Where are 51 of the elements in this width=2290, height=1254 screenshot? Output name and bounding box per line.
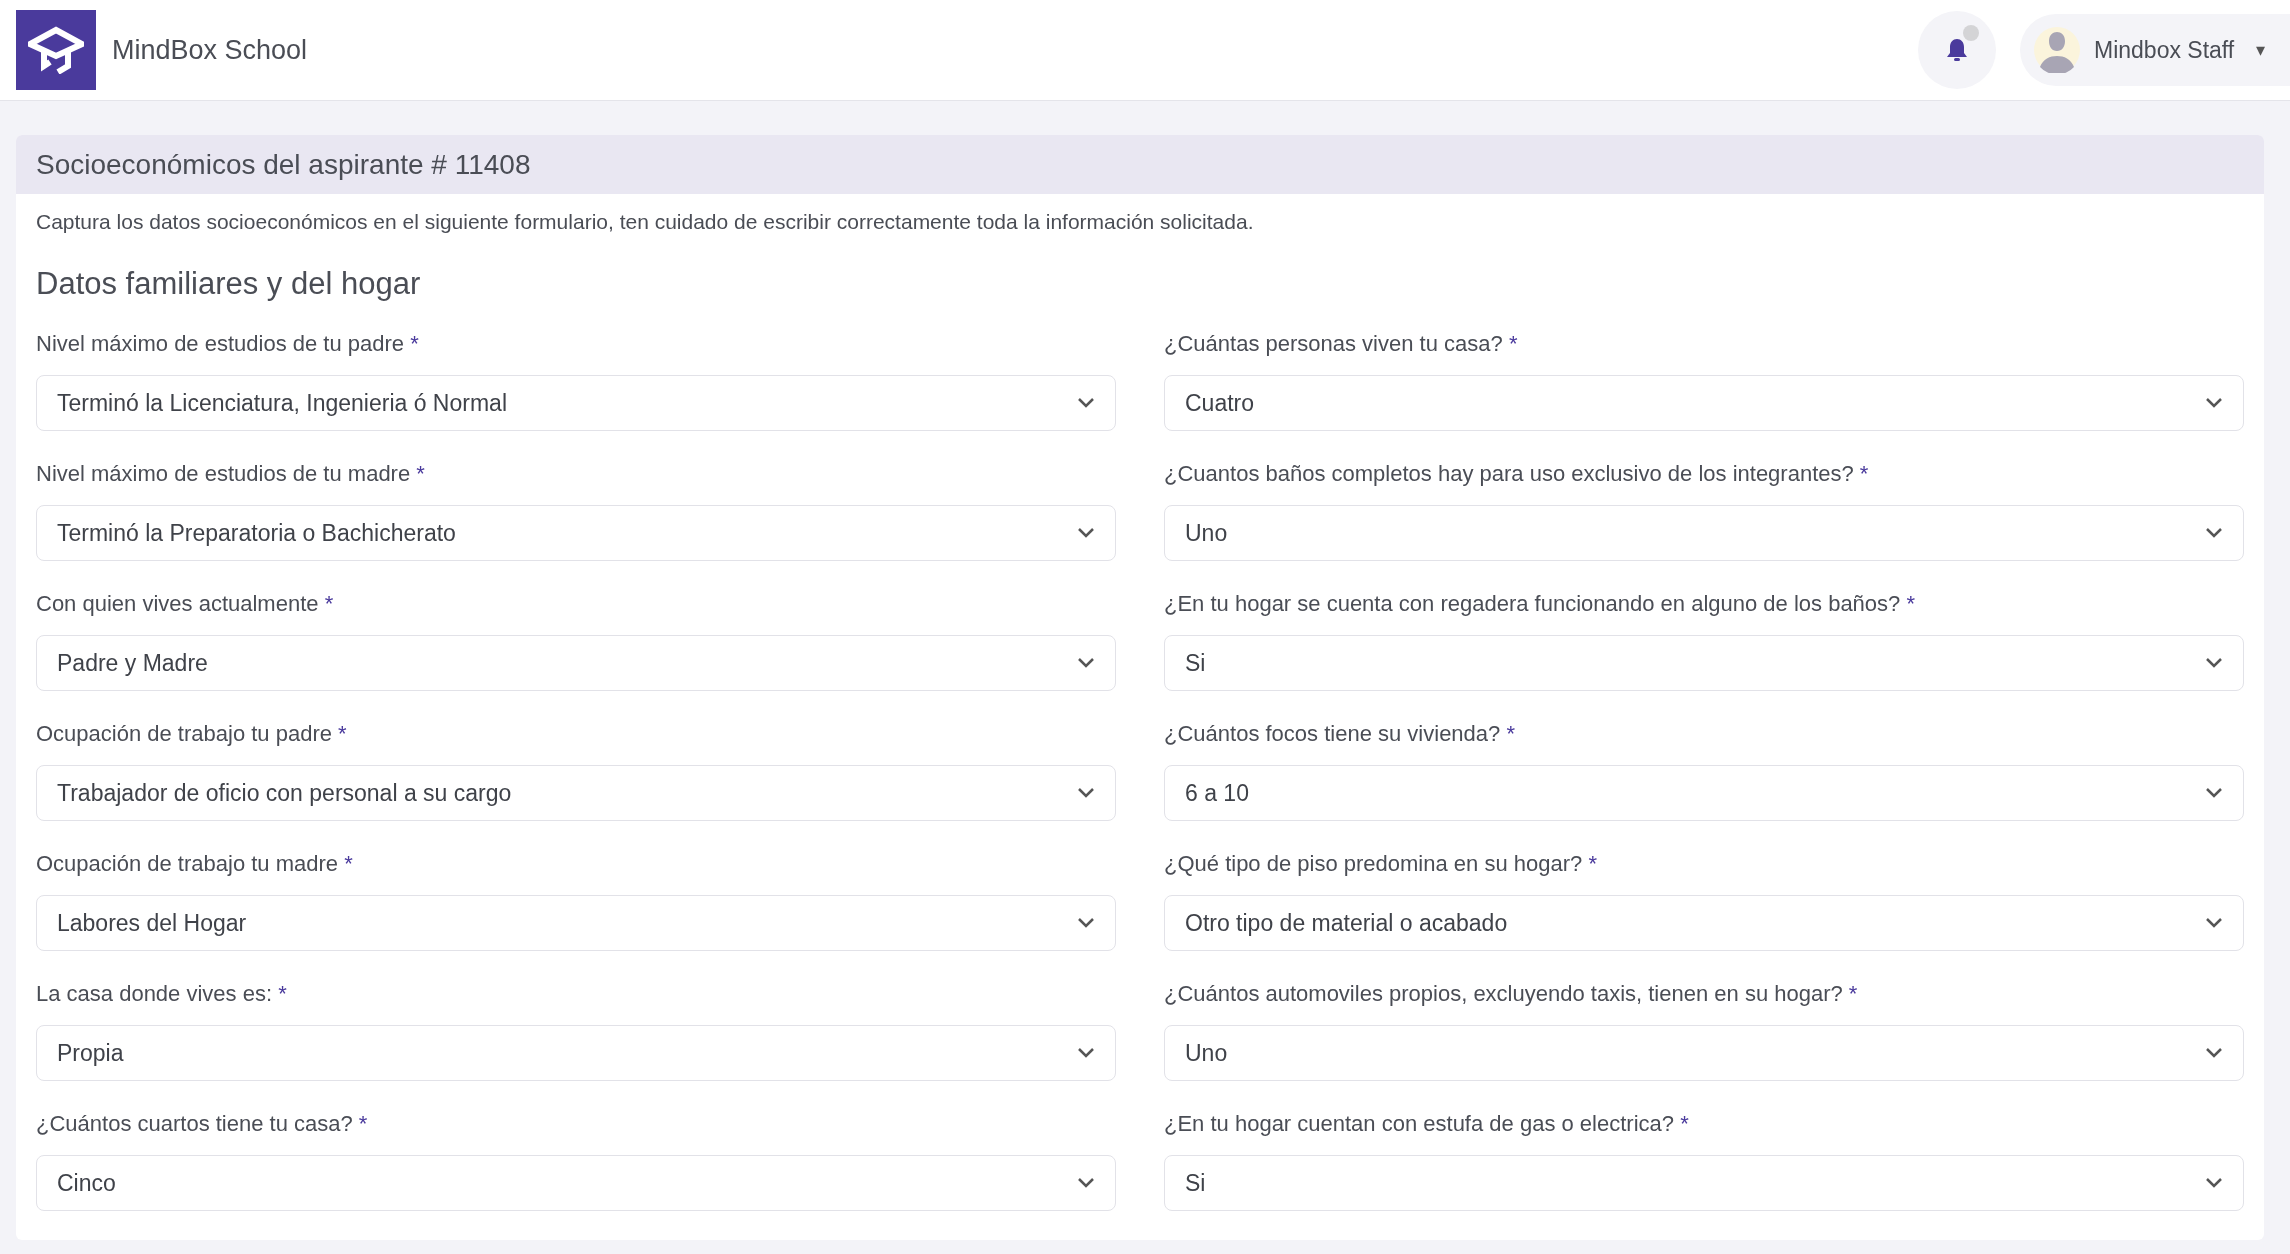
field-label: ¿Cuantos baños completos hay para uso exclusivo de los integrantes? * (1164, 460, 1870, 488)
bell-icon (1946, 37, 1968, 63)
select-field[interactable]: Propia (36, 1025, 1116, 1081)
select-field[interactable]: Trabajador de oficio con personal a su cargo (36, 765, 1116, 821)
card-title: Socioeconómicos del aspirante # 11408 (16, 135, 2264, 194)
select-field[interactable]: Uno (1164, 1025, 2244, 1081)
field-label: ¿Cuántos focos tiene su vivienda? * (1164, 720, 1516, 748)
field-label: ¿En tu hogar cuentan con estufa de gas o electrica? * (1164, 1110, 1690, 1138)
field-label: Con quien vives actualmente * (36, 590, 335, 618)
field-label: La casa donde vives es: * (36, 980, 288, 1008)
select-field[interactable]: Terminó la Preparatoria o Bachicherato (36, 505, 1116, 561)
field-label: Ocupación de trabajo tu madre * (36, 850, 354, 878)
select-field[interactable]: Si (1164, 1155, 2244, 1211)
chevron-down-icon (2205, 787, 2223, 799)
field-label: ¿En tu hogar se cuenta con regadera funcionando en alguno de los baños? * (1164, 590, 1916, 618)
section-title: Datos familiares y del hogar (36, 265, 422, 303)
user-menu[interactable]: Mindbox Staff ▾ (2020, 14, 2290, 86)
field-label: ¿Qué tipo de piso predomina en su hogar? * (1164, 850, 1598, 878)
select-field[interactable]: Si (1164, 635, 2244, 691)
select-field[interactable]: Uno (1164, 505, 2244, 561)
field-label: Nivel máximo de estudios de tu padre * (36, 330, 420, 358)
chevron-down-icon (2205, 1047, 2223, 1059)
chevron-down-icon (2205, 917, 2223, 929)
chevron-down-icon (1077, 527, 1095, 539)
chevron-down-icon (1077, 397, 1095, 409)
avatar-icon (2034, 27, 2080, 73)
form-description: Captura los datos socioeconómicos en el siguiente formulario, ten cuidado de escribir correctamente toda la información solicitada. (36, 209, 1255, 235)
field-label: Nivel máximo de estudios de tu madre * (36, 460, 426, 488)
select-field[interactable]: Padre y Madre (36, 635, 1116, 691)
select-field[interactable]: Terminó la Licenciatura, Ingenieria ó Normal (36, 375, 1116, 431)
chevron-down-icon (2205, 657, 2223, 669)
notification-dot (1963, 25, 1979, 41)
chevron-down-icon (2205, 1177, 2223, 1189)
select-field[interactable]: Otro tipo de material o acabado (1164, 895, 2244, 951)
field-label: Ocupación de trabajo tu padre * (36, 720, 348, 748)
chevron-down-icon (1077, 917, 1095, 929)
chevron-down-icon (1077, 1177, 1095, 1189)
app-name: MindBox School (112, 34, 309, 66)
select-field[interactable]: Labores del Hogar (36, 895, 1116, 951)
chevron-down-icon (1077, 1047, 1095, 1059)
chevron-down-icon (1077, 657, 1095, 669)
select-field[interactable]: 6 a 10 (1164, 765, 2244, 821)
chevron-down-icon (1077, 787, 1095, 799)
select-field[interactable]: Cuatro (1164, 375, 2244, 431)
field-label: ¿Cuántos cuartos tiene tu casa? * (36, 1110, 369, 1138)
field-label: ¿Cuántos automoviles propios, excluyendo taxis, tienen en su hogar? * (1164, 980, 1859, 1008)
logo-icon (16, 10, 96, 90)
chevron-down-icon (2205, 527, 2223, 539)
chevron-down-icon (2205, 397, 2223, 409)
select-field[interactable]: Cinco (36, 1155, 1116, 1211)
field-label: ¿Cuántas personas viven tu casa? * (1164, 330, 1519, 358)
